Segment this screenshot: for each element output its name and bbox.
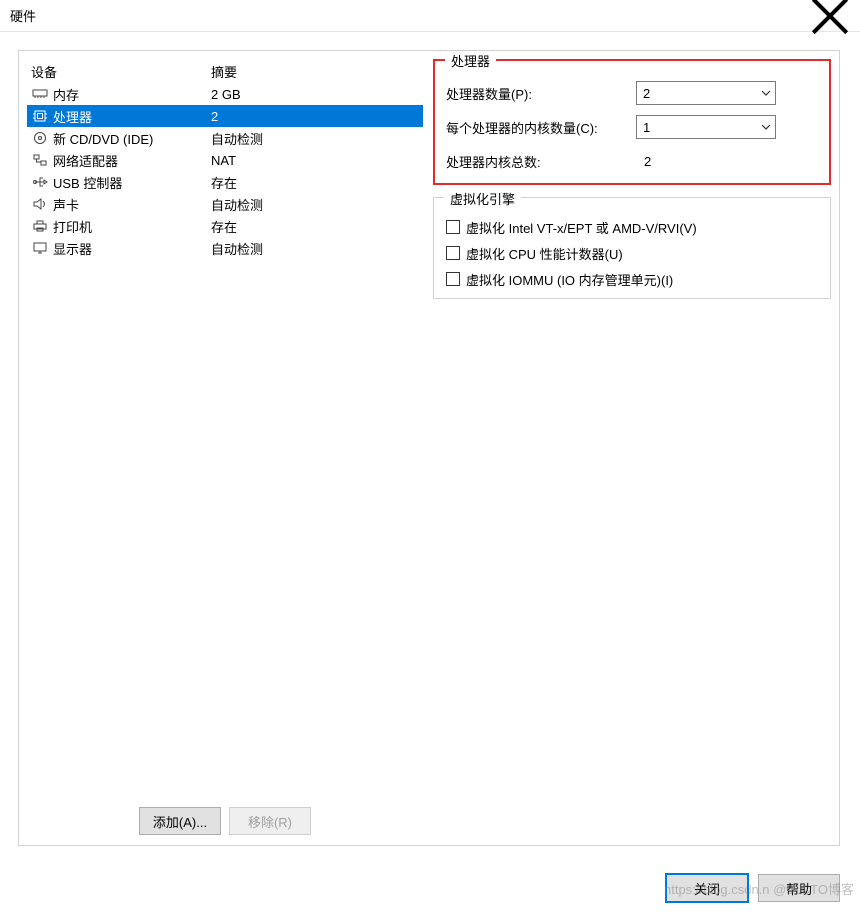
- chevron-down-icon: [757, 82, 775, 104]
- device-row-cpu[interactable]: 处理器 2: [27, 105, 423, 127]
- device-row-sound[interactable]: 声卡 自动检测: [27, 193, 423, 215]
- num-processors-combo[interactable]: 2: [636, 81, 776, 105]
- checkbox-vt[interactable]: 虚拟化 Intel VT-x/EPT 或 AMD-V/RVI(V): [446, 214, 818, 240]
- row-total-cores: 处理器内核总数: 2: [446, 144, 818, 178]
- window-close-button[interactable]: [810, 3, 850, 29]
- remove-button: 移除(R): [229, 807, 311, 835]
- device-summary: 自动检测: [211, 239, 423, 258]
- device-summary: 存在: [211, 217, 423, 236]
- device-list-header: 设备 摘要: [27, 59, 423, 83]
- device-row-display[interactable]: 显示器 自动检测: [27, 237, 423, 259]
- checkbox-perf-label: 虚拟化 CPU 性能计数器(U): [466, 244, 623, 263]
- checkbox-perf[interactable]: 虚拟化 CPU 性能计数器(U): [446, 240, 818, 266]
- memory-icon: [31, 86, 49, 102]
- device-summary: 2 GB: [211, 87, 423, 102]
- device-summary: 自动检测: [211, 129, 423, 148]
- network-icon: [31, 152, 49, 168]
- device-row-network[interactable]: 网络适配器 NAT: [27, 149, 423, 171]
- cpu-icon: [31, 108, 49, 124]
- device-name: 网络适配器: [53, 151, 211, 170]
- device-summary: 存在: [211, 173, 423, 192]
- total-cores-label: 处理器内核总数:: [446, 152, 636, 171]
- cores-per-label: 每个处理器的内核数量(C):: [446, 118, 636, 137]
- detail-panel: 处理器 处理器数量(P): 2 每个处理器的内核数量(C): 1: [433, 59, 831, 837]
- processor-group-title: 处理器: [445, 51, 496, 70]
- device-row-printer[interactable]: 打印机 存在: [27, 215, 423, 237]
- hardware-dialog: 硬件 设备 摘要 内存 2 GB: [0, 0, 860, 916]
- device-name: 内存: [53, 85, 211, 104]
- num-processors-label: 处理器数量(P):: [446, 84, 636, 103]
- device-name: 显示器: [53, 239, 211, 258]
- device-panel: 设备 摘要 内存 2 GB 处理器 2: [27, 59, 423, 837]
- row-cores-per: 每个处理器的内核数量(C): 1: [446, 110, 818, 144]
- device-list[interactable]: 设备 摘要 内存 2 GB 处理器 2: [27, 59, 423, 801]
- checkbox-iommu[interactable]: 虚拟化 IOMMU (IO 内存管理单元)(I): [446, 266, 818, 292]
- display-icon: [31, 240, 49, 256]
- cores-per-combo[interactable]: 1: [636, 115, 776, 139]
- checkbox-iommu-label: 虚拟化 IOMMU (IO 内存管理单元)(I): [466, 270, 673, 289]
- device-name: 新 CD/DVD (IDE): [53, 129, 211, 148]
- checkbox-vt-label: 虚拟化 Intel VT-x/EPT 或 AMD-V/RVI(V): [466, 218, 697, 237]
- window-title: 硬件: [10, 6, 810, 25]
- device-action-buttons: 添加(A)... 移除(R): [27, 801, 423, 837]
- device-row-cddvd[interactable]: 新 CD/DVD (IDE) 自动检测: [27, 127, 423, 149]
- checkbox-icon: [446, 246, 460, 260]
- device-name: 声卡: [53, 195, 211, 214]
- usb-icon: [31, 174, 49, 190]
- device-name: 处理器: [53, 107, 211, 126]
- device-summary: 自动检测: [211, 195, 423, 214]
- num-processors-value: 2: [637, 86, 757, 101]
- virtualization-group-title: 虚拟化引擎: [444, 189, 521, 208]
- content-frame: 设备 摘要 内存 2 GB 处理器 2: [18, 50, 840, 846]
- device-row-memory[interactable]: 内存 2 GB: [27, 83, 423, 105]
- processor-group: 处理器 处理器数量(P): 2 每个处理器的内核数量(C): 1: [433, 59, 831, 185]
- close-icon: [810, 0, 850, 36]
- device-row-usb[interactable]: USB 控制器 存在: [27, 171, 423, 193]
- virtualization-group: 虚拟化引擎 虚拟化 Intel VT-x/EPT 或 AMD-V/RVI(V) …: [433, 197, 831, 299]
- sound-icon: [31, 196, 49, 212]
- checkbox-icon: [446, 220, 460, 234]
- disc-icon: [31, 130, 49, 146]
- device-name: 打印机: [53, 217, 211, 236]
- device-name: USB 控制器: [53, 173, 211, 192]
- chevron-down-icon: [757, 116, 775, 138]
- help-button[interactable]: 帮助: [758, 874, 840, 902]
- cores-per-value: 1: [637, 120, 757, 135]
- total-cores-value: 2: [636, 154, 651, 169]
- device-summary: 2: [211, 109, 423, 124]
- printer-icon: [31, 218, 49, 234]
- col-header-summary: 摘要: [211, 62, 423, 81]
- close-button[interactable]: 关闭: [666, 874, 748, 902]
- add-button[interactable]: 添加(A)...: [139, 807, 221, 835]
- device-summary: NAT: [211, 153, 423, 168]
- checkbox-icon: [446, 272, 460, 286]
- col-header-device: 设备: [31, 62, 211, 81]
- dialog-footer: 关闭 帮助: [666, 874, 840, 902]
- row-num-processors: 处理器数量(P): 2: [446, 76, 818, 110]
- titlebar: 硬件: [0, 0, 860, 32]
